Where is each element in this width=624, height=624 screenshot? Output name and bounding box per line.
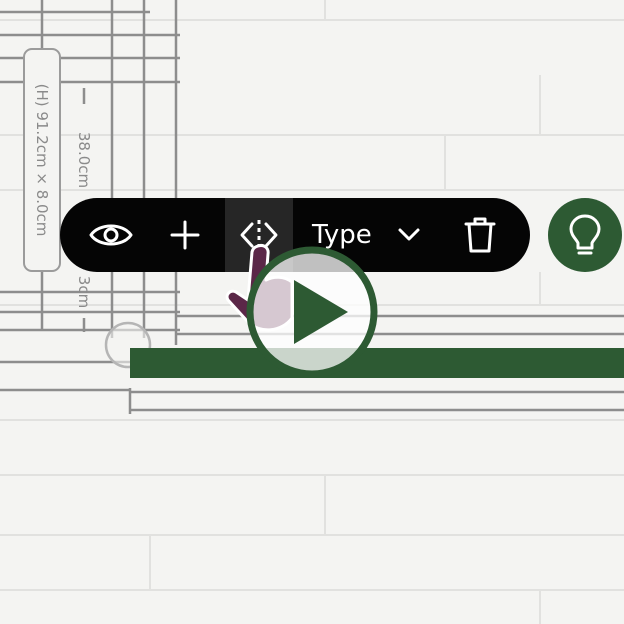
- add-button[interactable]: [160, 198, 210, 272]
- lightbulb-icon: [569, 214, 601, 255]
- width-dimension-text: 38.0cm: [75, 131, 93, 189]
- ideas-button[interactable]: [548, 198, 622, 272]
- depth-dimension-text: 3cm: [75, 275, 93, 309]
- chevron-down-icon: [398, 228, 420, 241]
- view-button[interactable]: [82, 198, 140, 272]
- eye-icon: [89, 224, 133, 246]
- delete-button[interactable]: [455, 198, 505, 272]
- size-dimension-label: (H) 91.2cm × 8.0cm: [23, 48, 61, 272]
- size-dimension-text: (H) 91.2cm × 8.0cm: [33, 83, 51, 237]
- video-play-button[interactable]: [246, 246, 378, 378]
- trash-icon: [464, 217, 496, 253]
- depth-dimension-label: 3cm: [73, 268, 95, 316]
- plus-icon: [170, 220, 200, 250]
